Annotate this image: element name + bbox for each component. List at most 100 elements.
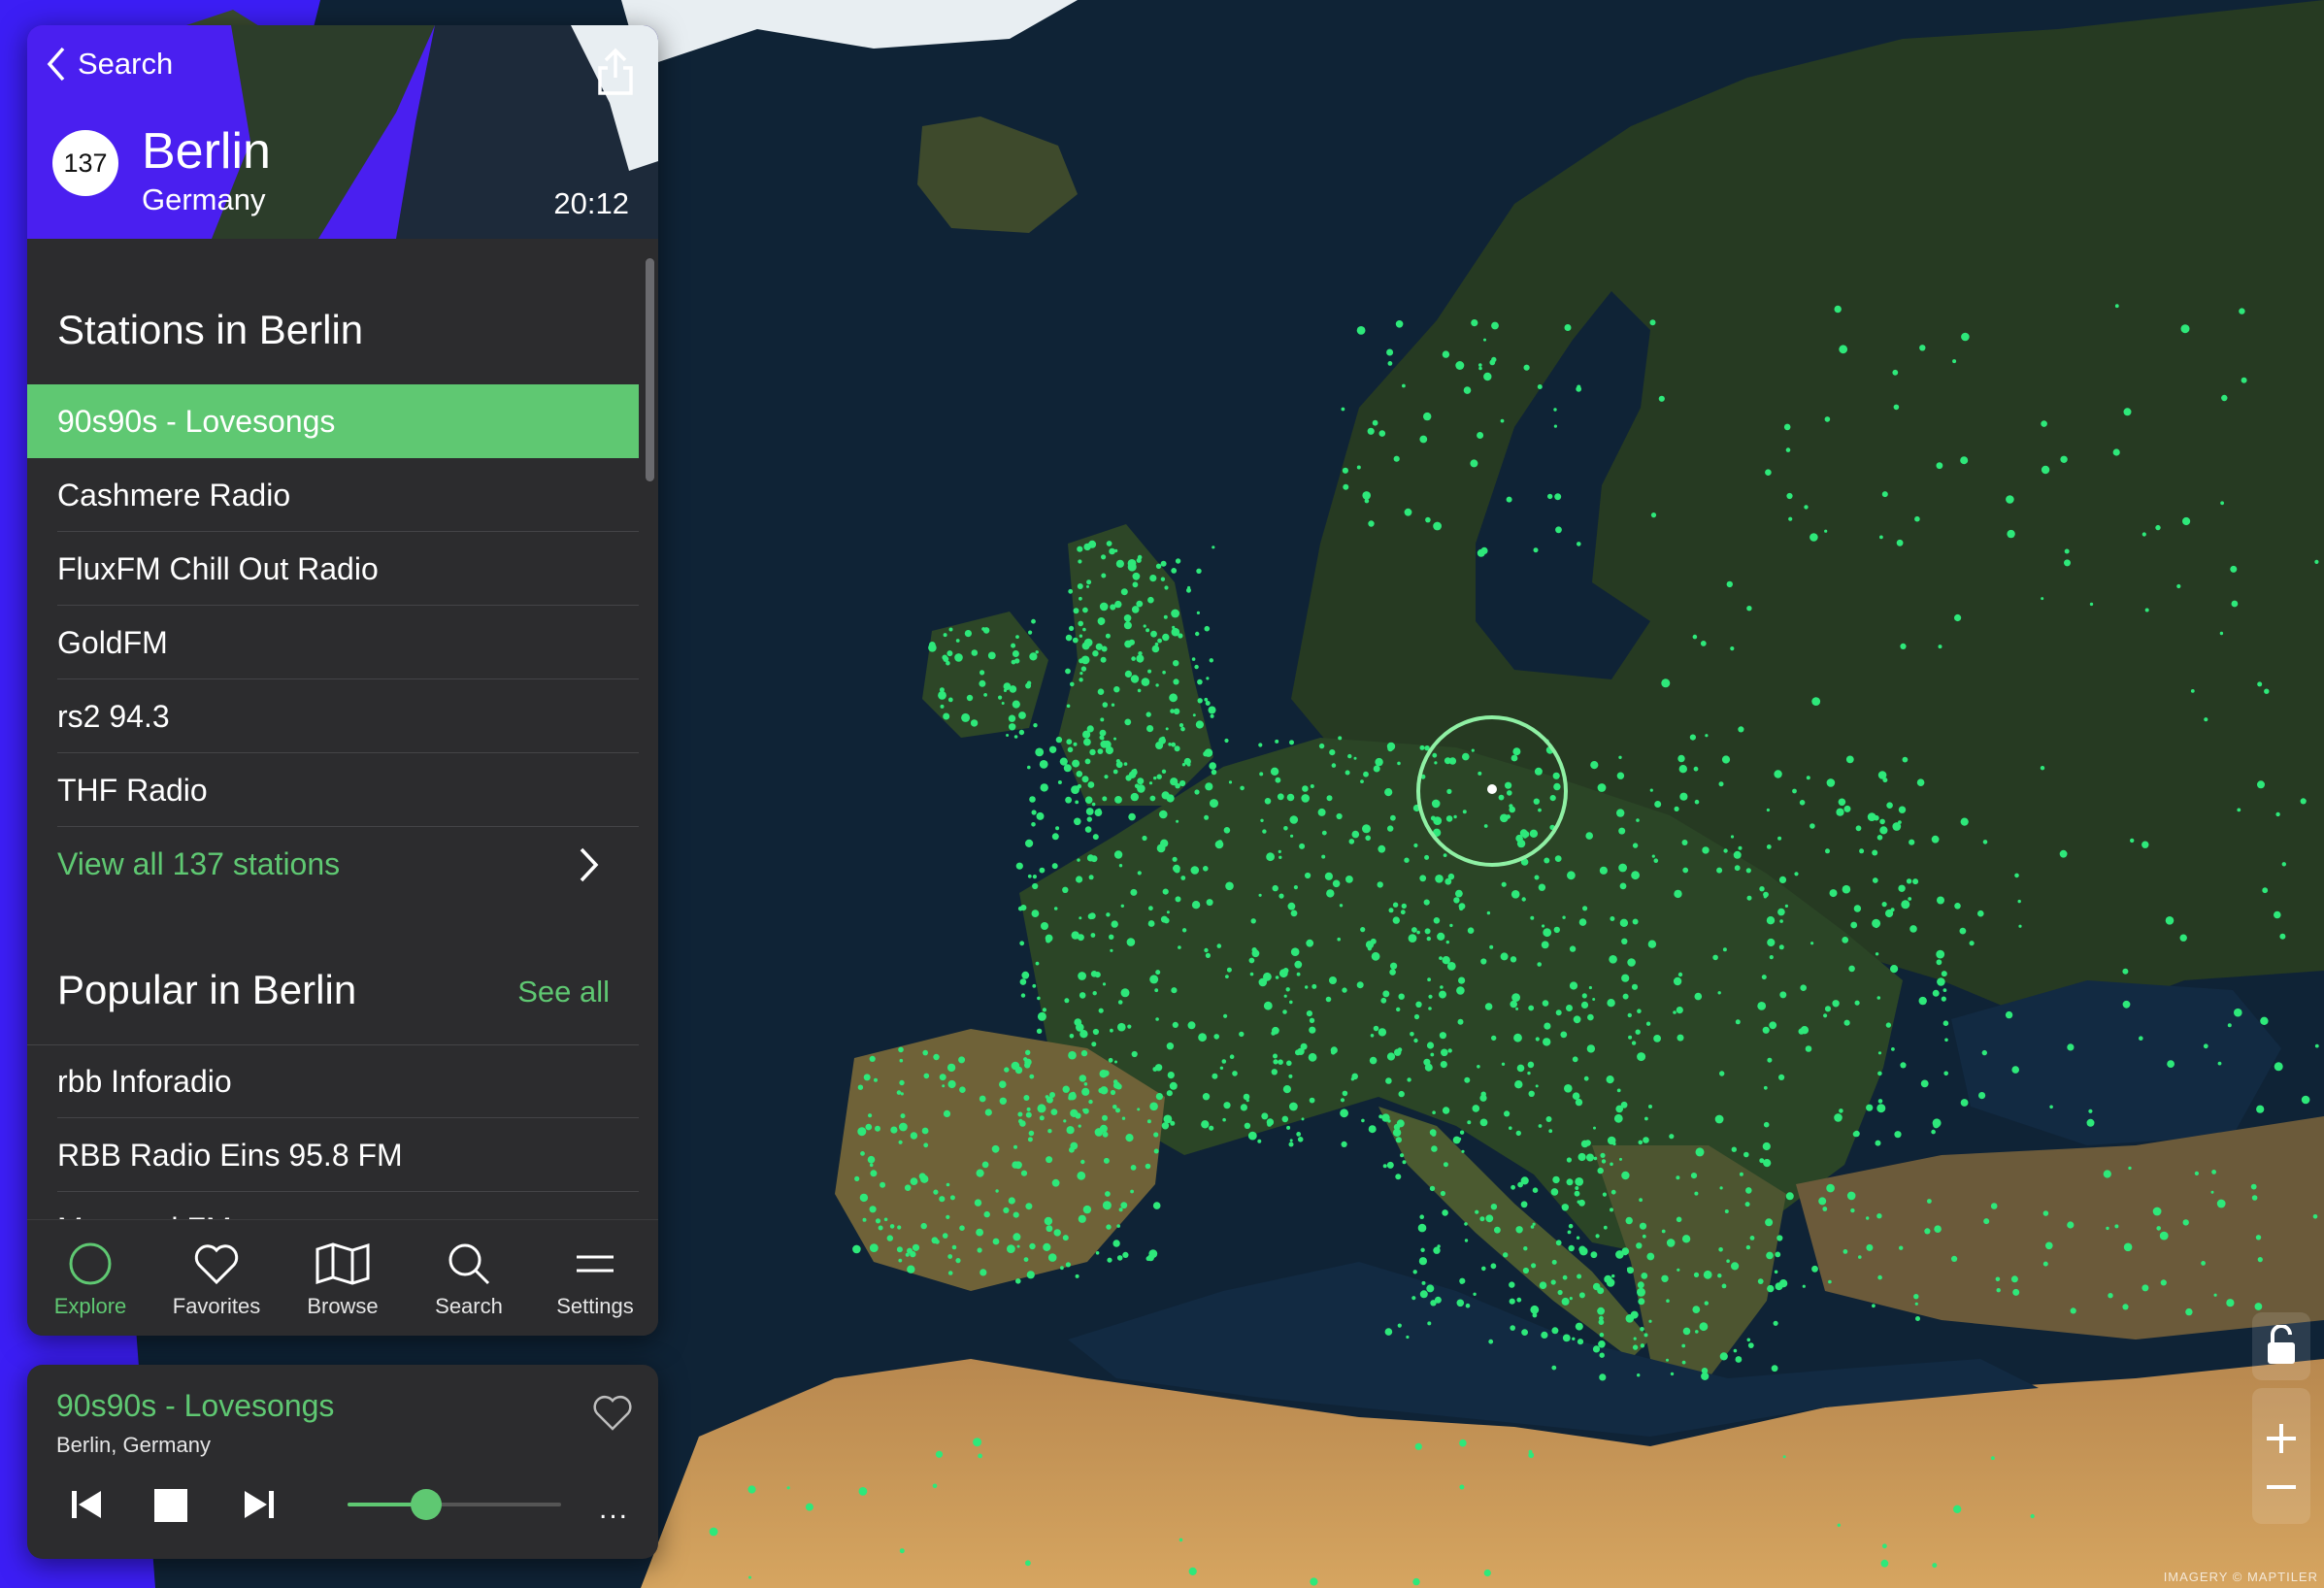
station-dot	[1953, 1505, 1962, 1514]
volume-slider[interactable]	[348, 1489, 561, 1520]
station-dot	[1102, 982, 1107, 986]
station-dot	[1434, 1296, 1442, 1304]
stop-icon[interactable]	[153, 1489, 188, 1522]
tab-favorites[interactable]: Favorites	[153, 1220, 280, 1336]
station-dot	[1079, 992, 1086, 999]
favorite-heart-icon[interactable]	[592, 1394, 633, 1433]
station-dot	[1069, 1034, 1075, 1039]
station-dot	[1645, 1021, 1651, 1026]
station-row[interactable]: THF Radio	[27, 753, 639, 827]
station-dot	[1155, 970, 1161, 976]
station-dot	[1479, 1216, 1485, 1222]
station-row[interactable]: GoldFM	[27, 606, 639, 679]
popular-row[interactable]: rbb Inforadio	[27, 1044, 639, 1118]
station-dot	[1077, 934, 1084, 942]
zoom-out-icon[interactable]	[2265, 1484, 2298, 1490]
back-button[interactable]: Search	[47, 47, 173, 82]
tab-browse[interactable]: Browse	[280, 1220, 406, 1336]
zoom-in-icon[interactable]	[2265, 1422, 2298, 1455]
station-dot	[1916, 778, 1925, 786]
station-dot	[948, 627, 953, 632]
station-dot	[1621, 1171, 1630, 1180]
station-dot	[1076, 1023, 1084, 1032]
station-dot	[1577, 1339, 1584, 1345]
stations-list-scroll[interactable]: Stations in Berlin 90s90s - Lovesongs Ca…	[27, 239, 658, 1219]
unlock-icon	[2268, 1325, 2295, 1364]
station-dot	[1528, 1005, 1535, 1011]
station-dot	[2230, 565, 2238, 573]
scrollbar[interactable]	[646, 258, 654, 481]
station-dot	[1088, 1099, 1093, 1105]
station-dot	[1075, 1274, 1079, 1278]
tab-settings[interactable]: Settings	[532, 1220, 658, 1336]
station-dot	[1610, 1208, 1613, 1212]
station-dot	[1637, 1052, 1646, 1062]
station-dot	[1550, 1279, 1556, 1285]
popular-row[interactable]: Metropol FM	[27, 1192, 639, 1220]
station-dot	[1763, 1085, 1768, 1090]
station-dot	[1625, 1216, 1633, 1225]
station-dot	[1172, 625, 1176, 630]
station-dot	[1309, 1017, 1315, 1024]
station-dot	[1651, 854, 1655, 858]
previous-icon[interactable]	[70, 1489, 103, 1520]
station-dot	[2086, 1118, 2095, 1127]
station-dot	[1646, 1252, 1655, 1261]
station-dot	[2274, 1062, 2283, 1072]
station-dot	[1051, 863, 1058, 870]
station-dot	[2045, 1241, 2053, 1250]
station-dot	[1308, 1052, 1317, 1062]
station-row[interactable]: FluxFM Chill Out Radio	[27, 532, 639, 606]
station-dot	[910, 1177, 918, 1185]
station-dot	[1693, 766, 1699, 772]
station-row[interactable]: Cashmere Radio	[27, 458, 639, 532]
station-dot	[1088, 912, 1096, 919]
station-dot	[1027, 874, 1032, 878]
station-dot	[2106, 1226, 2109, 1231]
station-dot	[1197, 678, 1203, 685]
station-dot	[1620, 1101, 1628, 1108]
station-dot	[1161, 1122, 1170, 1130]
station-dot	[1216, 943, 1222, 948]
station-dot	[1214, 840, 1224, 849]
station-dot	[1514, 1080, 1523, 1089]
station-dot	[1479, 1118, 1488, 1127]
station-dot	[1271, 1069, 1278, 1075]
more-options-button[interactable]: ...	[599, 1493, 629, 1526]
station-dot	[1535, 1037, 1540, 1042]
lock-button[interactable]	[2252, 1312, 2310, 1380]
station-dot	[991, 1144, 1000, 1153]
station-dot	[1180, 876, 1186, 880]
popular-row[interactable]: RBB Radio Eins 95.8 FM	[27, 1118, 639, 1192]
station-dot	[1788, 516, 1793, 521]
station-dot	[1017, 906, 1023, 911]
tab-explore[interactable]: Explore	[27, 1220, 153, 1336]
station-dot	[1931, 1129, 1936, 1135]
station-dot	[1661, 1274, 1669, 1283]
next-icon[interactable]	[243, 1489, 276, 1520]
share-icon[interactable]	[594, 47, 637, 97]
tab-search[interactable]: Search	[406, 1220, 532, 1336]
station-dot	[1362, 824, 1371, 834]
station-dot	[898, 1140, 903, 1144]
station-dot	[1275, 777, 1281, 783]
station-dot	[1599, 1332, 1605, 1338]
station-dot	[1745, 1244, 1751, 1250]
view-all-stations-link[interactable]: View all 137 stations	[27, 827, 639, 901]
circle-icon	[69, 1242, 112, 1285]
station-dot	[2122, 1304, 2129, 1310]
station-dot	[1130, 675, 1140, 683]
station-dot	[1977, 910, 1984, 917]
see-all-link[interactable]: See all	[517, 975, 610, 1009]
station-row[interactable]: rs2 94.3	[27, 679, 639, 753]
station-dot	[1941, 996, 1946, 1002]
station-dot	[1431, 1145, 1438, 1152]
station-row[interactable]: 90s90s - Lovesongs	[27, 384, 639, 458]
station-dot	[1640, 1327, 1644, 1332]
volume-knob[interactable]	[411, 1489, 443, 1520]
station-dot	[1777, 836, 1782, 841]
station-dot	[976, 1228, 983, 1237]
station-dot	[2262, 887, 2269, 894]
station-dot	[2041, 420, 2047, 427]
station-dot	[1293, 885, 1298, 890]
